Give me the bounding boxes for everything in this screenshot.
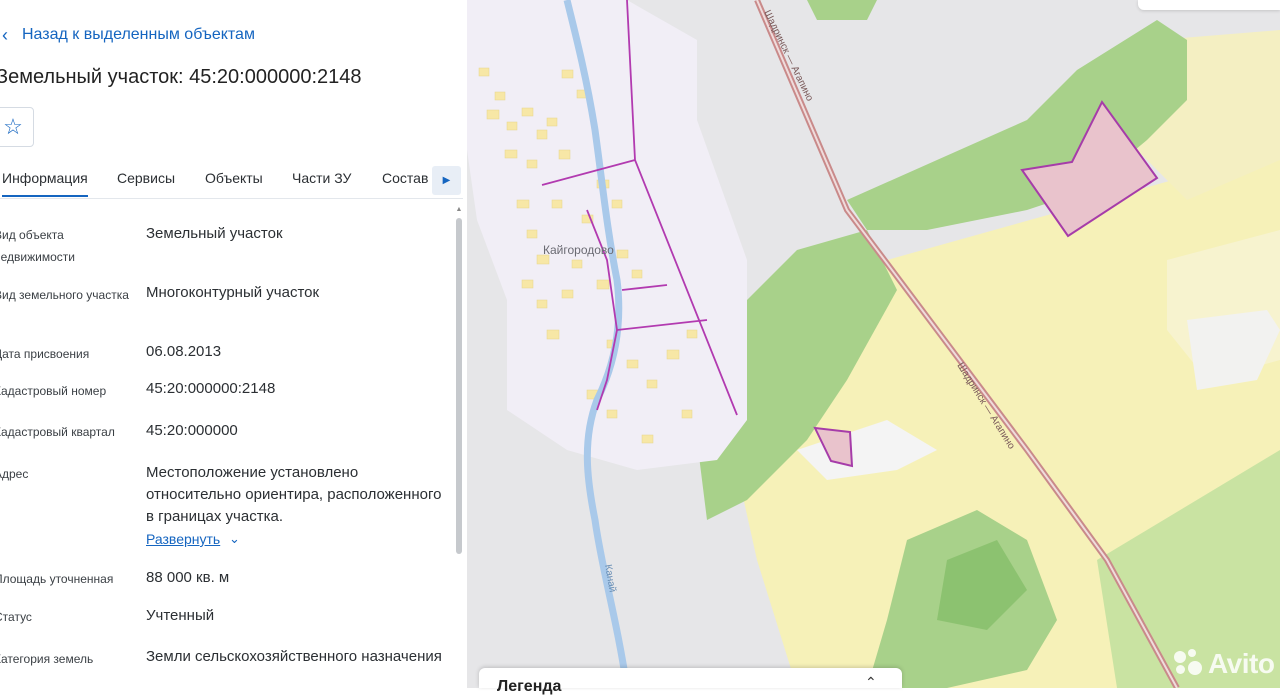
property-value: 06.08.2013 — [146, 343, 222, 360]
legend-panel[interactable]: Легенда ⌃ — [479, 668, 902, 695]
tab-services[interactable]: Сервисы — [117, 170, 175, 186]
property-value: Земли сельскохозяйственного назначения — [146, 648, 442, 665]
property-label: Площадь уточненная — [0, 572, 114, 586]
map-control-box[interactable] — [1138, 0, 1280, 10]
info-panel: ‹ Назад к выделенным объектам Земельный … — [0, 0, 467, 688]
scroll-up-icon[interactable]: ▲ — [455, 206, 463, 214]
map-view[interactable]: Кайгородово Шадринск — Агапино Шадринск … — [467, 0, 1280, 688]
page-title: Земельный участок: 45:20:000000:2148 — [0, 66, 362, 88]
back-link[interactable]: ‹ Назад к выделенным объектам — [2, 26, 255, 44]
tab-parcel-parts[interactable]: Части ЗУ — [292, 170, 351, 186]
property-label: Дата присвоения — [0, 347, 90, 361]
expand-address-link[interactable]: Развернуть — [146, 531, 220, 547]
forest-area — [807, 0, 877, 20]
map-canvas[interactable]: Кайгородово Шадринск — Агапино Шадринск … — [467, 0, 1280, 688]
property-label: Кадастровый номер — [0, 384, 107, 398]
tab-objects[interactable]: Объекты — [205, 170, 263, 186]
property-label: Вид объекта недвижимости — [0, 228, 75, 264]
property-value: 88 000 кв. м — [146, 569, 230, 586]
star-icon: ☆ — [3, 114, 23, 139]
property-label: Статус — [0, 610, 32, 624]
tab-bar: Информация Сервисы Объекты Части ЗУ Сост… — [0, 160, 463, 199]
property-value: Учтенный — [146, 607, 215, 624]
property-label: Вид земельного участка — [0, 288, 129, 302]
tab-information[interactable]: Информация — [2, 170, 88, 197]
chevron-up-icon[interactable]: ⌃ — [865, 674, 877, 691]
property-value: Местоположение установлено относительно … — [146, 464, 442, 525]
avito-logo-icon — [1174, 649, 1204, 679]
property-value: Земельный участок — [146, 225, 283, 242]
triangle-right-icon: ▶ — [442, 175, 451, 186]
property-value: 45:20:000000 — [146, 422, 238, 439]
tabs-scroll-right-button[interactable]: ▶ — [432, 166, 461, 195]
legend-title: Легенда — [497, 678, 562, 695]
favorite-button[interactable]: ☆ — [0, 107, 34, 147]
back-link-label: Назад к выделенным объектам — [22, 26, 255, 43]
chevron-down-icon[interactable]: ⌄ — [229, 531, 240, 547]
panel-scrollbar[interactable]: ▲ — [455, 206, 463, 688]
chevron-left-icon: ‹ — [2, 25, 8, 45]
property-value: 45:20:000000:2148 — [146, 380, 276, 397]
watermark: Avito — [1174, 648, 1275, 680]
property-label: Адрес — [0, 467, 29, 481]
tab-composition[interactable]: Состав — [382, 170, 428, 186]
property-label: Категория земель — [0, 652, 94, 666]
property-value: Многоконтурный участок — [146, 284, 320, 301]
village-label: Кайгородово — [543, 243, 614, 257]
scroll-thumb[interactable] — [456, 218, 462, 554]
property-label: Кадастровый квартал — [0, 425, 115, 439]
watermark-text: Avito — [1208, 648, 1275, 679]
